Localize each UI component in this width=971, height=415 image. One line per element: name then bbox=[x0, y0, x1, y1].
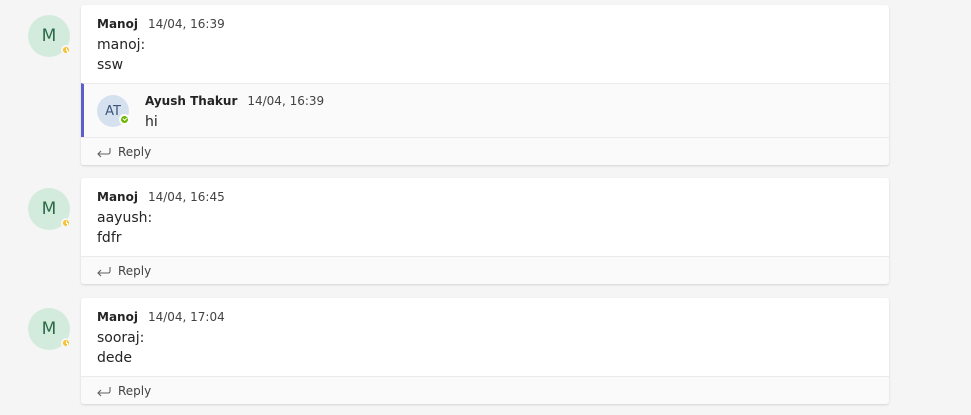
avatar-initials: M bbox=[41, 26, 57, 46]
message-line: aayush: bbox=[97, 210, 153, 226]
message-line: sooraj: bbox=[97, 330, 145, 346]
avatar[interactable]: AT bbox=[97, 95, 130, 127]
author-name[interactable]: Manoj bbox=[97, 310, 138, 324]
message-line: fdfr bbox=[97, 230, 122, 246]
avatar[interactable]: M bbox=[28, 15, 71, 57]
message-card: Manoj 14/04, 16:45 aayush: fdfr Reply bbox=[81, 178, 889, 284]
conversation-feed: M Manoj 14/04, 16:39 manoj: ssw AT Ayush… bbox=[0, 0, 971, 415]
presence-away-icon bbox=[61, 45, 71, 55]
avatar[interactable]: M bbox=[28, 308, 71, 350]
thread-reply[interactable]: AT Ayush Thakur 14/04, 16:39 hi bbox=[81, 83, 889, 137]
avatar-initials: M bbox=[41, 319, 57, 339]
message-line: hi bbox=[145, 114, 158, 130]
timestamp: 14/04, 16:39 bbox=[247, 94, 325, 108]
message-line: dede bbox=[97, 350, 132, 366]
message-card: Manoj 14/04, 17:04 sooraj: dede Reply bbox=[81, 298, 889, 404]
avatar[interactable]: M bbox=[28, 188, 71, 230]
timestamp: 14/04, 17:04 bbox=[147, 310, 225, 324]
message-card: Manoj 14/04, 16:39 manoj: ssw AT Ayush T… bbox=[81, 5, 889, 165]
reply-arrow-icon bbox=[96, 145, 112, 159]
presence-available-icon bbox=[119, 114, 130, 125]
timestamp: 14/04, 16:39 bbox=[147, 17, 225, 31]
reply-label: Reply bbox=[118, 263, 152, 278]
message-line: manoj: bbox=[97, 37, 146, 53]
reply-button[interactable]: Reply bbox=[81, 376, 889, 404]
reply-label: Reply bbox=[118, 383, 152, 398]
presence-away-icon bbox=[61, 338, 71, 348]
author-name[interactable]: Manoj bbox=[97, 190, 138, 204]
reply-label: Reply bbox=[118, 144, 152, 159]
presence-away-icon bbox=[61, 218, 71, 228]
reply-button[interactable]: Reply bbox=[81, 256, 889, 284]
reply-arrow-icon bbox=[96, 384, 112, 398]
author-name[interactable]: Manoj bbox=[97, 17, 138, 31]
reply-arrow-icon bbox=[96, 264, 112, 278]
message[interactable]: Manoj 14/04, 16:45 aayush: fdfr bbox=[81, 178, 889, 256]
reply-button[interactable]: Reply bbox=[81, 137, 889, 165]
timestamp: 14/04, 16:45 bbox=[147, 190, 225, 204]
author-name[interactable]: Ayush Thakur bbox=[145, 94, 237, 108]
message-line: ssw bbox=[97, 57, 124, 73]
message[interactable]: Manoj 14/04, 16:39 manoj: ssw bbox=[81, 5, 889, 83]
avatar-initials: M bbox=[41, 199, 57, 219]
message[interactable]: Manoj 14/04, 17:04 sooraj: dede bbox=[81, 298, 889, 376]
